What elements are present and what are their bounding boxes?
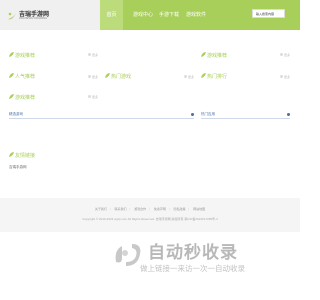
section-more-link[interactable]: 更多	[92, 53, 98, 57]
footer-links: 关于我们 | 联系我们 | 游戏合作 | 免责声明 | 隐私政策 | 网站地图	[94, 207, 206, 211]
footer-link[interactable]: 游戏合作	[134, 207, 146, 211]
leaf-icon	[9, 152, 14, 157]
watermark-badge: 自动秒收录 做上链接一来访一次一自动收录	[112, 236, 290, 276]
friend-link-item[interactable]: 吉瑞手游网	[9, 165, 27, 170]
section-title-hot-games: 热门游戏	[111, 74, 132, 80]
list-header-right: 热门应用	[201, 112, 290, 120]
nav-item-game-software[interactable]: 游戏软件	[184, 0, 208, 30]
more-icon	[88, 75, 91, 78]
section-title-friend-links: 友情链接	[15, 153, 36, 159]
leaf-icon	[105, 73, 110, 78]
site-footer: 关于我们 | 联系我们 | 游戏合作 | 免责声明 | 隐私政策 | 网站地图 Copyr…	[0, 198, 300, 232]
section-more-link[interactable]: 更多	[284, 53, 290, 57]
footer-link[interactable]: 免责声明	[154, 207, 166, 211]
leaf-icon	[201, 52, 206, 57]
section-more-link[interactable]: 更多	[284, 75, 290, 79]
section-more-link[interactable]: 更多	[92, 75, 98, 79]
section-more-link[interactable]: 更多	[92, 95, 98, 99]
leaf-icon	[9, 94, 14, 99]
section-title-game-recommend: 游戏推荐	[207, 53, 228, 59]
section-title-game-recommend: 游戏推荐	[15, 53, 36, 59]
footer-link[interactable]: 隐私政策	[173, 207, 185, 211]
footer-link[interactable]: 联系我们	[115, 207, 127, 211]
list-header-label[interactable]: 热门应用	[201, 112, 215, 117]
search-placeholder: 输入搜索内容	[256, 12, 275, 16]
more-icon	[88, 53, 91, 56]
nav-item-game-center[interactable]: 游戏中心	[131, 0, 155, 30]
watermark-title: 自动秒收录	[148, 243, 238, 262]
list-divider	[9, 118, 194, 119]
footer-link[interactable]: 网站地图	[193, 207, 205, 211]
nav-item-mobile-downloads[interactable]: 手游下载	[157, 0, 181, 30]
logo-swoosh-icon	[8, 12, 16, 20]
logo-subtitle: JIRUISHOUYOUWANG	[19, 17, 48, 20]
list-header-label[interactable]: 精选游戏	[9, 112, 23, 117]
list-divider	[201, 118, 290, 119]
leaf-icon	[201, 73, 206, 78]
more-icon	[280, 53, 283, 56]
footer-link[interactable]: 关于我们	[95, 207, 107, 211]
scroll-indicator-icon[interactable]	[287, 113, 290, 116]
scroll-indicator-icon[interactable]	[191, 113, 194, 116]
section-title-hot-ranking: 热门排行	[207, 74, 228, 80]
watermark-subtitle: 做上链接一来访一次一自动收录	[140, 264, 245, 273]
more-icon	[88, 95, 91, 98]
copyright-text: Copyright © 2016-2023 wgfp.com All Right…	[82, 217, 218, 221]
site-logo[interactable]: 吉瑞手游网 JIRUISHOUYOUWANG	[7, 7, 55, 23]
section-more-link[interactable]: 更多	[188, 75, 194, 79]
more-icon	[184, 75, 187, 78]
section-title-popular: 人气推荐	[15, 74, 36, 80]
leaf-icon	[9, 52, 14, 57]
leaf-icon	[9, 73, 14, 78]
list-header-left: 精选游戏	[9, 112, 194, 120]
more-icon	[280, 75, 283, 78]
search-input[interactable]: 输入搜索内容	[252, 9, 285, 18]
section-title-game-recommend: 游戏推荐	[15, 95, 36, 101]
nav-item-home[interactable]: 首页	[100, 0, 123, 30]
